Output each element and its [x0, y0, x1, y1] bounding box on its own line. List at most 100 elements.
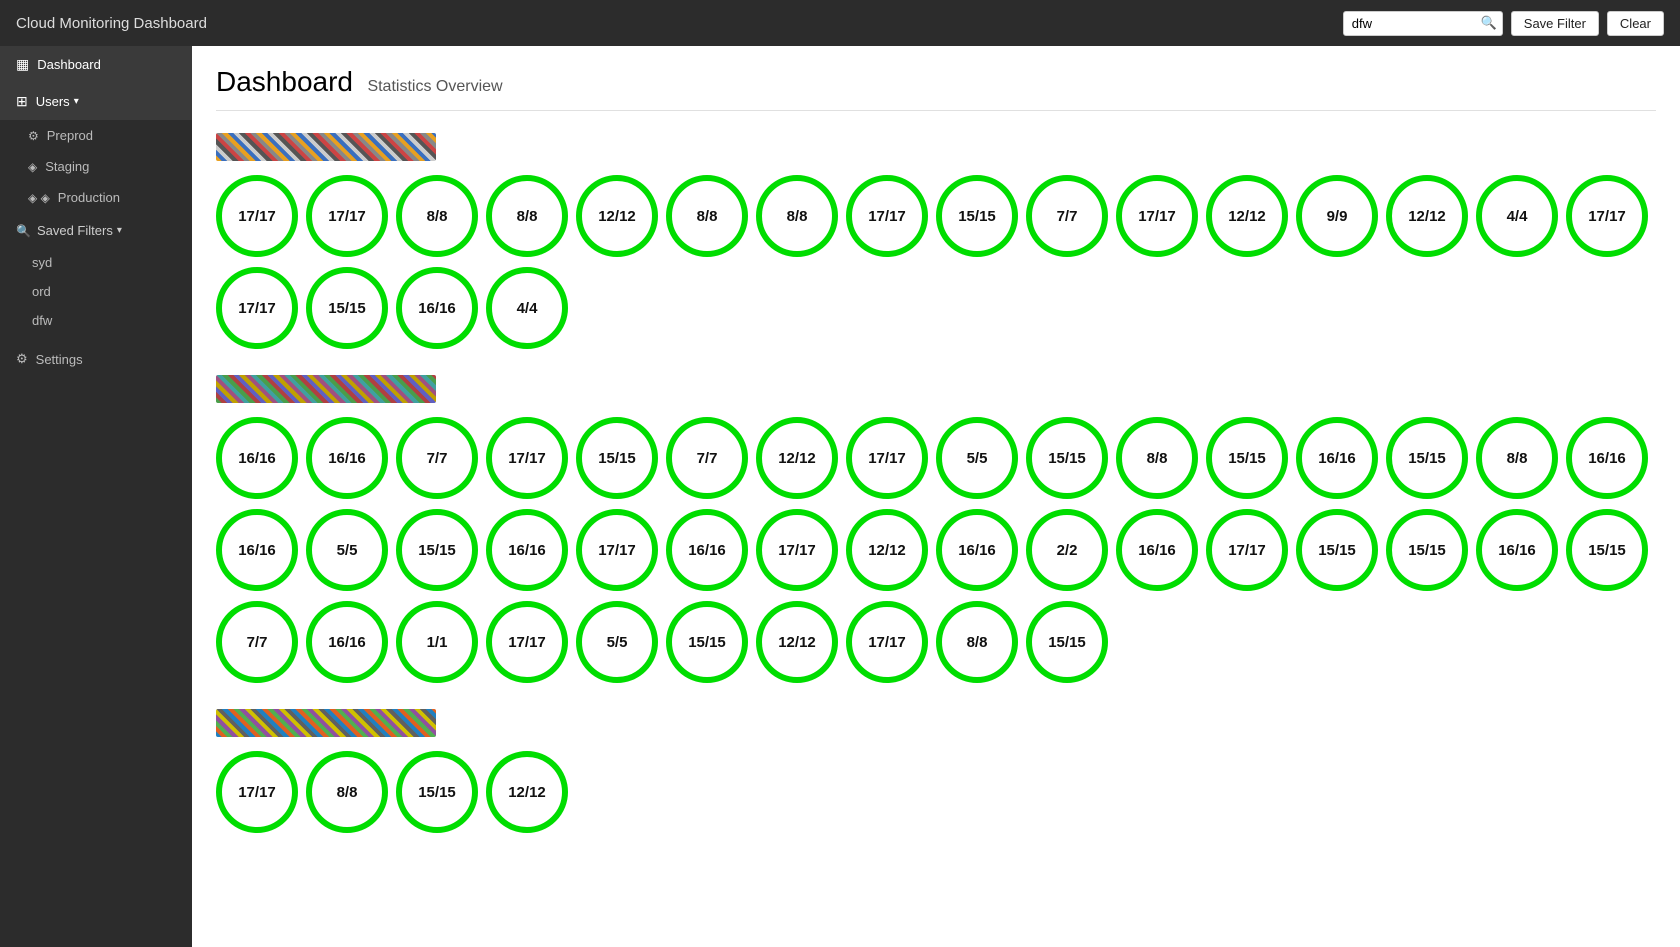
search-input[interactable] — [1343, 11, 1503, 36]
circle-badge[interactable]: 5/5 — [576, 601, 658, 683]
sidebar: ▦ Dashboard ⊞ Users ▾ ⚙ Preprod ◈ Stagin… — [0, 46, 192, 947]
circle-badge[interactable]: 17/17 — [846, 417, 928, 499]
search-icon-button[interactable]: 🔍 — [1481, 15, 1497, 31]
circle-badge[interactable]: 8/8 — [756, 175, 838, 257]
circle-badge[interactable]: 1/1 — [396, 601, 478, 683]
circle-badge[interactable]: 17/17 — [1206, 509, 1288, 591]
circle-badge[interactable]: 15/15 — [1026, 417, 1108, 499]
circle-badge[interactable]: 16/16 — [666, 509, 748, 591]
circle-badge[interactable]: 7/7 — [666, 417, 748, 499]
circle-badge[interactable]: 17/17 — [486, 417, 568, 499]
circle-badge[interactable]: 16/16 — [396, 267, 478, 349]
circle-badge[interactable]: 15/15 — [1566, 509, 1648, 591]
circle-badge[interactable]: 16/16 — [306, 601, 388, 683]
saved-filters-header[interactable]: 🔍 Saved Filters ▾ — [0, 213, 192, 248]
circle-badge[interactable]: 17/17 — [216, 751, 298, 833]
groups-container: 17/1717/178/88/812/128/88/817/1715/157/7… — [216, 131, 1656, 833]
sidebar-settings[interactable]: ⚙ Settings — [0, 343, 192, 375]
topbar: Cloud Monitoring Dashboard 🔍 Save Filter… — [0, 0, 1680, 46]
circle-badge[interactable]: 5/5 — [306, 509, 388, 591]
main-content: Dashboard Statistics Overview 17/1717/17… — [192, 46, 1680, 947]
filter-syd[interactable]: syd — [0, 248, 192, 277]
circle-badge[interactable]: 5/5 — [936, 417, 1018, 499]
circle-badge[interactable]: 16/16 — [306, 417, 388, 499]
topbar-actions: 🔍 Save Filter Clear — [1343, 11, 1664, 36]
circle-badge[interactable]: 8/8 — [306, 751, 388, 833]
filter-dfw[interactable]: dfw — [0, 306, 192, 335]
clear-button[interactable]: Clear — [1607, 11, 1664, 36]
app-title: Cloud Monitoring Dashboard — [16, 15, 207, 32]
sidebar-users[interactable]: ⊞ Users ▾ — [0, 83, 192, 120]
preprod-label: Preprod — [47, 128, 93, 143]
circle-badge[interactable]: 7/7 — [1026, 175, 1108, 257]
dashboard-label: Dashboard — [37, 57, 101, 72]
circle-badge[interactable]: 12/12 — [576, 175, 658, 257]
circles-grid-2: 17/178/815/1512/12 — [216, 751, 1656, 833]
circle-badge[interactable]: 12/12 — [756, 417, 838, 499]
circle-badge[interactable]: 7/7 — [216, 601, 298, 683]
circle-badge[interactable]: 15/15 — [576, 417, 658, 499]
circle-badge[interactable]: 15/15 — [396, 509, 478, 591]
circle-badge[interactable]: 8/8 — [1116, 417, 1198, 499]
page-subtitle: Statistics Overview — [367, 78, 502, 95]
dashboard-icon: ▦ — [16, 56, 29, 73]
circle-badge[interactable]: 15/15 — [1386, 509, 1468, 591]
circle-badge[interactable]: 17/17 — [306, 175, 388, 257]
sidebar-item-production[interactable]: ◈ ◈ Production — [0, 182, 192, 213]
saved-filters-label: Saved Filters — [37, 223, 113, 238]
save-filter-button[interactable]: Save Filter — [1511, 11, 1599, 36]
circle-badge[interactable]: 15/15 — [396, 751, 478, 833]
circle-badge[interactable]: 12/12 — [846, 509, 928, 591]
circle-badge[interactable]: 15/15 — [1386, 417, 1468, 499]
circle-badge[interactable]: 16/16 — [216, 509, 298, 591]
users-label: Users — [36, 94, 70, 109]
circle-badge[interactable]: 17/17 — [486, 601, 568, 683]
circle-badge[interactable]: 17/17 — [216, 267, 298, 349]
circle-badge[interactable]: 15/15 — [1206, 417, 1288, 499]
circle-badge[interactable]: 16/16 — [1476, 509, 1558, 591]
circle-badge[interactable]: 17/17 — [1116, 175, 1198, 257]
users-icon: ⊞ — [16, 93, 28, 110]
sidebar-item-staging[interactable]: ◈ Staging — [0, 151, 192, 182]
circle-badge[interactable]: 15/15 — [1026, 601, 1108, 683]
circle-badge[interactable]: 17/17 — [576, 509, 658, 591]
circle-badge[interactable]: 16/16 — [1296, 417, 1378, 499]
circle-badge[interactable]: 12/12 — [1206, 175, 1288, 257]
circle-badge[interactable]: 8/8 — [936, 601, 1018, 683]
circle-badge[interactable]: 8/8 — [666, 175, 748, 257]
circle-badge[interactable]: 15/15 — [1296, 509, 1378, 591]
circle-badge[interactable]: 12/12 — [486, 751, 568, 833]
filter-ord[interactable]: ord — [0, 277, 192, 306]
users-chevron: ▾ — [74, 96, 79, 107]
circle-badge[interactable]: 17/17 — [756, 509, 838, 591]
circle-badge[interactable]: 16/16 — [486, 509, 568, 591]
circle-badge[interactable]: 8/8 — [396, 175, 478, 257]
circle-badge[interactable]: 16/16 — [216, 417, 298, 499]
circle-badge[interactable]: 12/12 — [1386, 175, 1468, 257]
circle-badge[interactable]: 15/15 — [306, 267, 388, 349]
page-title: Dashboard — [216, 66, 353, 97]
production-icon: ◈ ◈ — [28, 191, 50, 205]
circle-badge[interactable]: 7/7 — [396, 417, 478, 499]
circle-badge[interactable]: 16/16 — [936, 509, 1018, 591]
circle-badge[interactable]: 15/15 — [936, 175, 1018, 257]
circle-badge[interactable]: 17/17 — [216, 175, 298, 257]
circle-badge[interactable]: 17/17 — [1566, 175, 1648, 257]
sidebar-item-preprod[interactable]: ⚙ Preprod — [0, 120, 192, 151]
page-header: Dashboard Statistics Overview — [216, 66, 1656, 111]
circle-badge[interactable]: 8/8 — [1476, 417, 1558, 499]
circle-badge[interactable]: 8/8 — [486, 175, 568, 257]
circle-badge[interactable]: 17/17 — [846, 175, 928, 257]
circle-badge[interactable]: 2/2 — [1026, 509, 1108, 591]
circle-badge[interactable]: 16/16 — [1116, 509, 1198, 591]
circle-badge[interactable]: 16/16 — [1566, 417, 1648, 499]
circle-badge[interactable]: 4/4 — [1476, 175, 1558, 257]
filters-chevron: ▾ — [117, 225, 122, 236]
circle-badge[interactable]: 4/4 — [486, 267, 568, 349]
circle-badge[interactable]: 12/12 — [756, 601, 838, 683]
staging-label: Staging — [45, 159, 89, 174]
circle-badge[interactable]: 9/9 — [1296, 175, 1378, 257]
circle-badge[interactable]: 17/17 — [846, 601, 928, 683]
sidebar-dashboard[interactable]: ▦ Dashboard — [0, 46, 192, 83]
circle-badge[interactable]: 15/15 — [666, 601, 748, 683]
